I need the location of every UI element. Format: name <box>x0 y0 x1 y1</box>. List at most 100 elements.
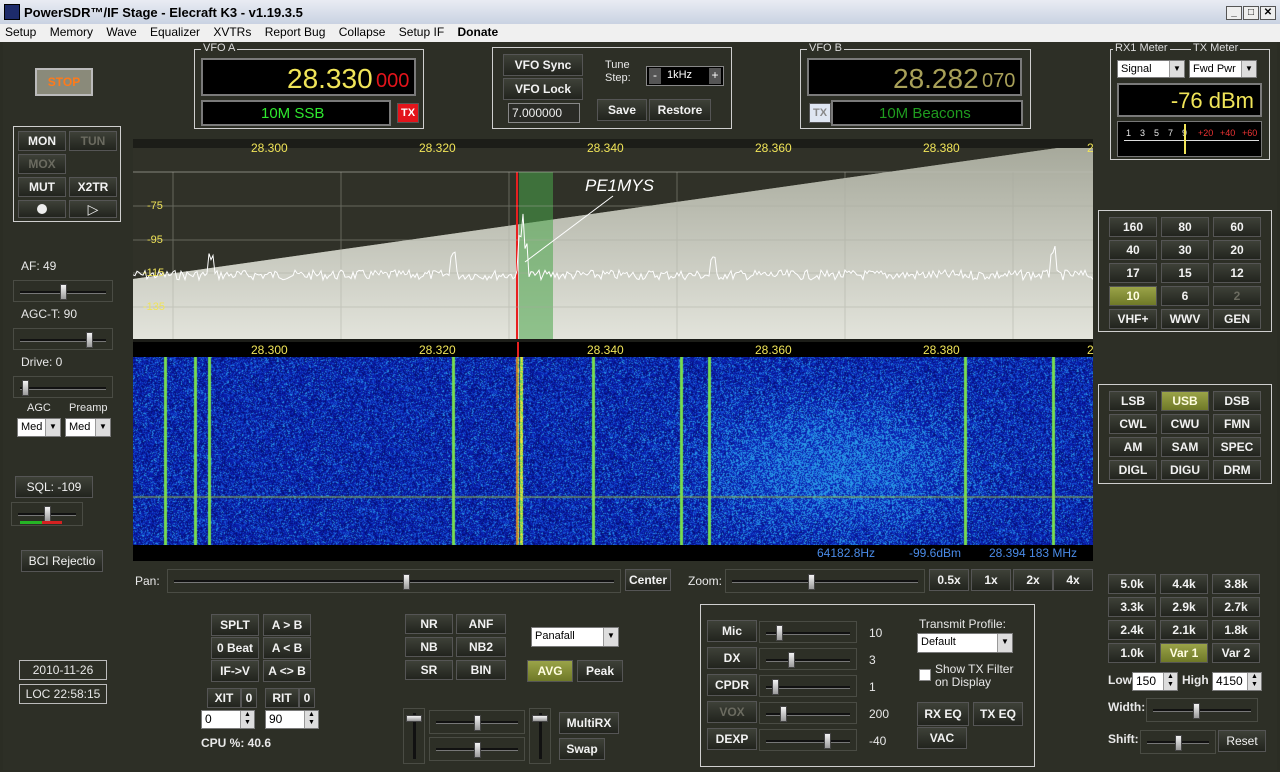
dx-slider[interactable] <box>759 648 857 670</box>
restore-button[interactable]: Restore <box>649 99 711 121</box>
save-button[interactable]: Save <box>597 99 647 121</box>
xit-spin[interactable]: 0 ▲ ▼ <box>201 710 255 729</box>
band-60-button[interactable]: 60 <box>1213 217 1261 237</box>
filter-3-3k-button[interactable]: 3.3k <box>1108 597 1156 617</box>
bin-button[interactable]: BIN <box>456 660 506 680</box>
sql-button[interactable]: SQL: -109 <box>15 476 93 498</box>
mode-dsb-button[interactable]: DSB <box>1213 391 1261 411</box>
rx-meter-select[interactable]: Signal ▼ <box>1117 60 1185 78</box>
filter-2-1k-button[interactable]: 2.1k <box>1160 620 1208 640</box>
filter-1-0k-button[interactable]: 1.0k <box>1108 643 1156 663</box>
mode-am-button[interactable]: AM <box>1109 437 1157 457</box>
menu-xvtrs[interactable]: XVTRs <box>208 24 256 40</box>
band-20-button[interactable]: 20 <box>1213 240 1261 260</box>
filter-2-4k-button[interactable]: 2.4k <box>1108 620 1156 640</box>
band-80-button[interactable]: 80 <box>1161 217 1209 237</box>
vfo-a-tx-button[interactable]: TX <box>397 103 419 123</box>
nr-button[interactable]: NR <box>405 614 453 634</box>
mode-digu-button[interactable]: DIGU <box>1161 460 1209 480</box>
tx-eq-button[interactable]: TX EQ <box>973 702 1023 726</box>
nb-button[interactable]: NB <box>405 637 453 657</box>
mode-fmn-button[interactable]: FMN <box>1213 414 1261 434</box>
maximize-icon[interactable]: □ <box>1243 6 1259 20</box>
band-gen-button[interactable]: GEN <box>1213 309 1261 329</box>
mode-spec-button[interactable]: SPEC <box>1213 437 1261 457</box>
tune-step-minus[interactable]: - <box>649 68 661 84</box>
filter-2-7k-button[interactable]: 2.7k <box>1212 597 1260 617</box>
mode-cwu-button[interactable]: CWU <box>1161 414 1209 434</box>
minimize-icon[interactable]: _ <box>1226 6 1242 20</box>
filter-2-9k-button[interactable]: 2.9k <box>1160 597 1208 617</box>
band-30-button[interactable]: 30 <box>1161 240 1209 260</box>
zoom-slider[interactable] <box>725 569 925 593</box>
center-button[interactable]: Center <box>625 569 671 591</box>
vox-slider[interactable] <box>759 702 857 724</box>
rx1-gain-slider[interactable] <box>429 710 525 734</box>
menu-setup-if[interactable]: Setup IF <box>394 24 449 40</box>
rx-volume-vslider[interactable] <box>403 708 425 764</box>
transmit-profile-select[interactable]: Default ▼ <box>917 633 1013 653</box>
sql-slider[interactable] <box>11 502 83 526</box>
cpdr-button[interactable]: CPDR <box>707 674 757 696</box>
rx-eq-button[interactable]: RX EQ <box>917 702 969 726</box>
b-to-a-button[interactable]: A < B <box>263 637 311 659</box>
high-spin[interactable]: 4150 ▲ ▼ <box>1212 672 1262 691</box>
menu-equalizer[interactable]: Equalizer <box>145 24 205 40</box>
shift-slider[interactable] <box>1140 730 1216 754</box>
mon-button[interactable]: MON <box>18 131 66 151</box>
band-vhf--button[interactable]: VHF+ <box>1109 309 1157 329</box>
peak-button[interactable]: Peak <box>577 660 623 682</box>
nb2-button[interactable]: NB2 <box>456 637 506 657</box>
mode-drm-button[interactable]: DRM <box>1213 460 1261 480</box>
vac-button[interactable]: VAC <box>917 727 967 749</box>
mode-lsb-button[interactable]: LSB <box>1109 391 1157 411</box>
af-slider[interactable] <box>13 280 113 302</box>
close-icon[interactable]: ✕ <box>1260 6 1276 20</box>
mode-cwl-button[interactable]: CWL <box>1109 414 1157 434</box>
agc-select[interactable]: Med ▼ <box>17 418 61 437</box>
mic-button[interactable]: Mic <box>707 620 757 642</box>
a-swap-b-button[interactable]: A <> B <box>263 660 311 682</box>
reset-button[interactable]: Reset <box>1218 730 1266 752</box>
filter-var-2-button[interactable]: Var 2 <box>1212 643 1260 663</box>
mode-usb-button[interactable]: USB <box>1161 391 1209 411</box>
band-wwv-button[interactable]: WWV <box>1161 309 1209 329</box>
zoom-4x-button[interactable]: 4x <box>1053 569 1093 591</box>
display-mode-select[interactable]: Panafall ▼ <box>531 627 619 647</box>
menu-donate[interactable]: Donate <box>453 24 504 40</box>
filter-var-1-button[interactable]: Var 1 <box>1160 643 1208 663</box>
x2tr-button[interactable]: X2TR <box>69 177 117 197</box>
vox-button[interactable]: VOX <box>707 701 757 723</box>
preamp-select[interactable]: Med ▼ <box>65 418 111 437</box>
agct-slider[interactable] <box>13 328 113 350</box>
band-2-button[interactable]: 2 <box>1213 286 1261 306</box>
band-15-button[interactable]: 15 <box>1161 263 1209 283</box>
filter-5-0k-button[interactable]: 5.0k <box>1108 574 1156 594</box>
freq-input[interactable]: 7.000000 <box>508 103 580 123</box>
sr-button[interactable]: SR <box>405 660 453 680</box>
menu-collapse[interactable]: Collapse <box>334 24 391 40</box>
mic-slider[interactable] <box>759 621 857 643</box>
if-to-v-button[interactable]: IF->V <box>211 660 259 682</box>
tune-step-plus[interactable]: + <box>709 68 721 84</box>
a-to-b-button[interactable]: A > B <box>263 614 311 636</box>
pan-slider[interactable] <box>167 569 621 593</box>
dexp-button[interactable]: DEXP <box>707 728 757 750</box>
menu-report-bug[interactable]: Report Bug <box>260 24 331 40</box>
show-tx-filter-checkbox[interactable] <box>919 669 931 681</box>
split-button[interactable]: SPLT <box>211 614 259 636</box>
bci-rejection-button[interactable]: BCI Rejectio <box>21 550 103 572</box>
play-button[interactable]: ▷ <box>69 200 117 218</box>
rx2-volume-vslider[interactable] <box>529 708 551 764</box>
rx-swap-button[interactable]: Swap <box>559 738 605 760</box>
record-button[interactable] <box>18 200 66 218</box>
menu-setup[interactable]: Setup <box>0 24 41 40</box>
band-17-button[interactable]: 17 <box>1109 263 1157 283</box>
rx1-pan-slider[interactable] <box>429 737 525 761</box>
mox-button[interactable]: MOX <box>18 154 66 174</box>
tx-meter-select[interactable]: Fwd Pwr ▼ <box>1189 60 1257 78</box>
filter-1-8k-button[interactable]: 1.8k <box>1212 620 1260 640</box>
vfo-a-display[interactable]: 28.330 000 <box>201 58 416 96</box>
vfo-lock-button[interactable]: VFO Lock <box>503 78 583 100</box>
vfo-b-tx-button[interactable]: TX <box>809 103 831 123</box>
